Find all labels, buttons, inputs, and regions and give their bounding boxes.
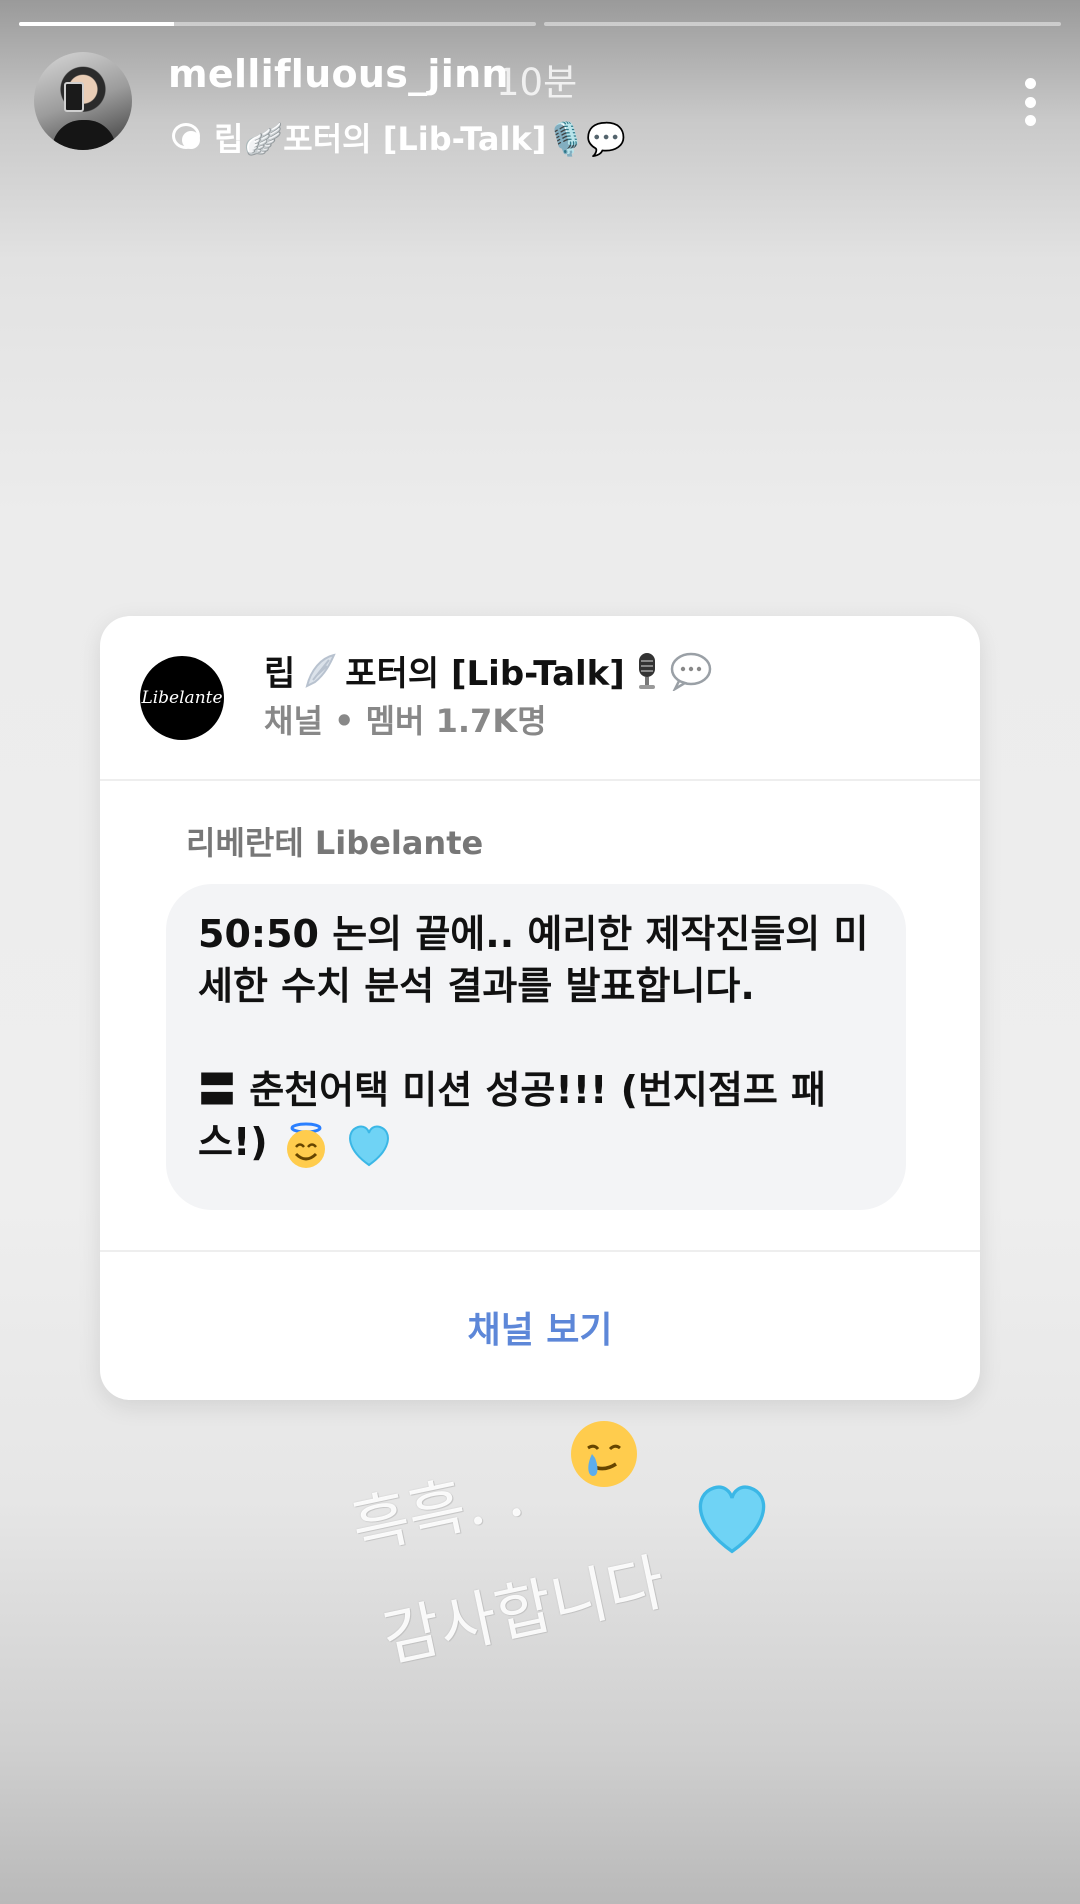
speech-bubble-icon xyxy=(670,652,712,691)
message-line-2: 〓 춘천어택 미션 성공!!! (번지점프 패스!) xyxy=(198,1064,874,1170)
progress-segment-2 xyxy=(544,22,1061,26)
wing-icon xyxy=(305,653,337,688)
channel-title-suffix: 포터의 [Lib-Talk] xyxy=(345,654,625,694)
avatar-figure xyxy=(52,120,116,150)
more-vertical-icon[interactable] xyxy=(1024,78,1036,126)
channel-title-prefix: 립 xyxy=(264,654,296,694)
channel-title: 립 포터의 [Lib-Talk] xyxy=(264,646,713,695)
microphone-icon xyxy=(638,652,655,689)
avatar-phone xyxy=(64,82,84,112)
message-line-1: 50:50 논의 끝에.. 예리한 제작진들의 미세한 수치 분석 결과를 발표… xyxy=(198,912,869,1008)
channel-header: Libelante 립 포터의 [Lib-Talk] 채널 • 멤버 1.7K명 xyxy=(100,616,980,781)
progress-segment-1 xyxy=(19,22,536,26)
message-bubble: 50:50 논의 끝에.. 예리한 제작진들의 미세한 수치 분석 결과를 발표… xyxy=(166,884,906,1210)
story-progress xyxy=(19,22,1061,27)
subtitle-text: 립🪽포터의 [Lib-Talk]🎙️💬 xyxy=(214,120,627,158)
message-author: 리베란테 Libelante xyxy=(186,824,484,862)
progress-fill-1 xyxy=(19,22,175,26)
chat-bubbles-icon xyxy=(168,121,204,153)
avatar[interactable] xyxy=(34,52,132,150)
username[interactable]: mellifluous_jinn xyxy=(168,52,509,96)
post-time: 10분 xyxy=(496,61,578,104)
channel-card[interactable]: Libelante 립 포터의 [Lib-Talk] 채널 • 멤버 1.7K명… xyxy=(100,616,980,1400)
view-channel-button[interactable]: 채널 보기 xyxy=(467,1301,612,1353)
story-subtitle[interactable]: 립🪽포터의 [Lib-Talk]🎙️💬 xyxy=(168,114,626,160)
channel-meta: 채널 • 멤버 1.7K명 xyxy=(264,702,547,740)
channel-logo: Libelante xyxy=(140,656,224,740)
crying-smile-icon xyxy=(571,1421,637,1487)
handwriting-line-1: 흑흑. . xyxy=(345,1456,531,1565)
card-footer: 채널 보기 xyxy=(100,1250,980,1400)
angel-smile-icon xyxy=(286,1122,325,1168)
blue-heart-sticker-icon xyxy=(698,1485,766,1554)
blue-heart-icon xyxy=(349,1125,389,1166)
